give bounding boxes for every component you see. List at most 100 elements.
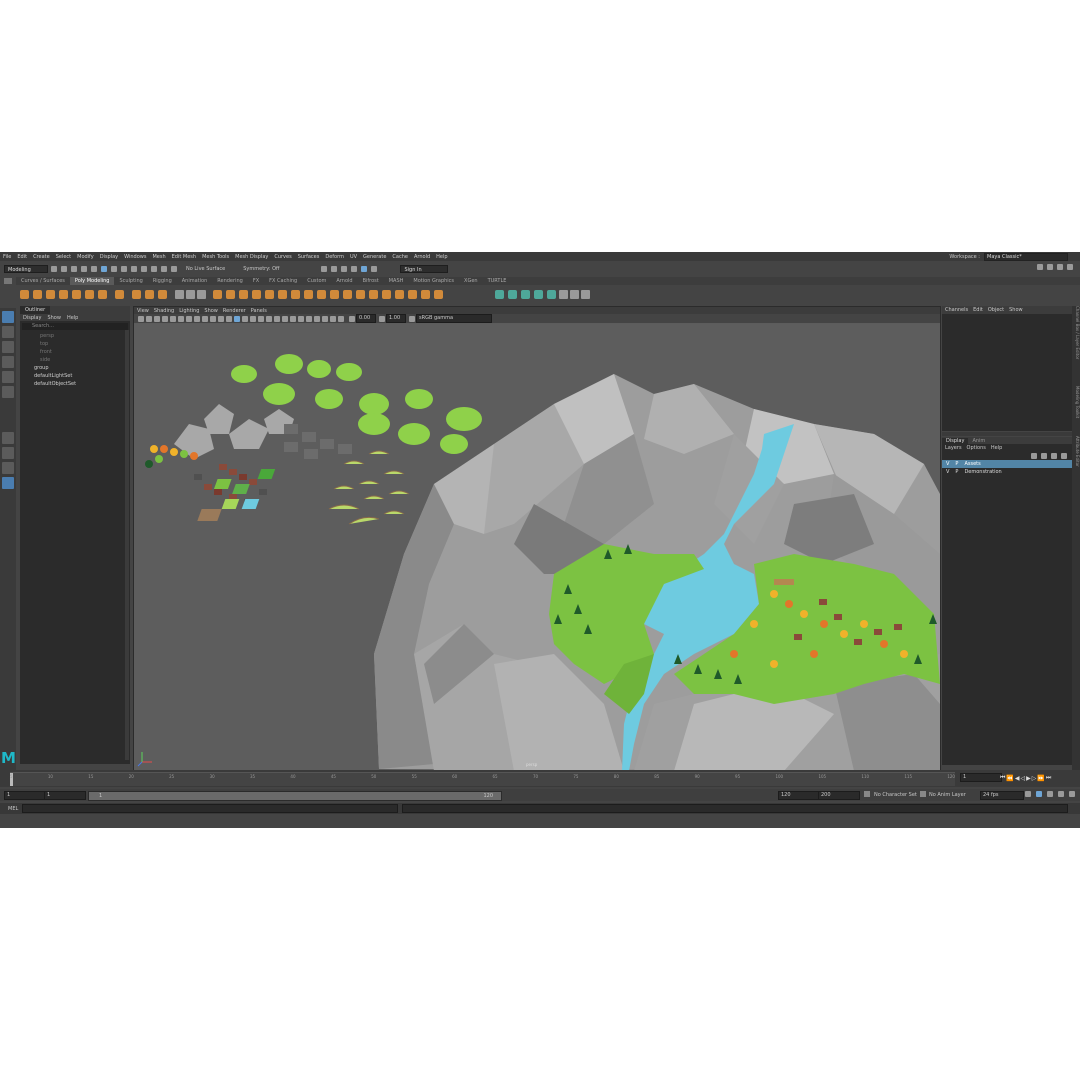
mirror-icon[interactable] (226, 289, 235, 299)
select-hierarchy-icon[interactable] (101, 266, 107, 272)
bookmark-icon[interactable] (162, 315, 168, 322)
layer-menu-options[interactable]: Options (967, 445, 986, 451)
outliner-item[interactable]: defaultLightSet (20, 372, 130, 380)
snap-surface-icon[interactable] (171, 266, 177, 272)
menu-windows[interactable]: Windows (124, 254, 146, 260)
shelf-tab-arnold[interactable]: Arnold (331, 277, 357, 285)
color-management-icon[interactable] (409, 315, 415, 322)
menu-file[interactable]: File (3, 254, 11, 260)
super-shape-icon[interactable] (132, 289, 141, 299)
shelf-tab-rigging[interactable]: Rigging (148, 277, 177, 285)
play-backwards-icon[interactable]: ◁ (1021, 775, 1026, 782)
motion-blur-icon[interactable] (290, 315, 296, 322)
outliner-tab[interactable]: Outliner (20, 306, 51, 314)
sign-in-button[interactable]: Sign In (400, 265, 449, 273)
layer-v-toggle[interactable]: V (946, 460, 949, 468)
shelf-tab-curves-surfaces[interactable]: Curves / Surfaces (16, 277, 70, 285)
sew-uv-icon[interactable] (581, 289, 590, 299)
viewport-scene[interactable]: persp (134, 324, 940, 771)
render-icon[interactable] (321, 266, 328, 272)
text-icon[interactable] (145, 289, 154, 299)
outliner-menu-display[interactable]: Display (23, 315, 41, 321)
display-layer-tab[interactable]: Display (942, 437, 969, 444)
select-component-icon[interactable] (121, 266, 127, 272)
scene-start-field[interactable]: 1 (4, 791, 46, 800)
time-slider[interactable]: 5 10 15 20 25 30 35 40 45 50 55 60 65 70 75 80 85 90 95 100… (0, 770, 1080, 787)
channel-menu-edit[interactable]: Edit (973, 307, 983, 313)
arnold-render-icon[interactable] (371, 266, 378, 272)
channel-layer-divider[interactable] (942, 432, 1072, 436)
snap-point-icon[interactable] (151, 266, 157, 272)
quad-draw-icon[interactable] (369, 289, 378, 299)
exposure-field[interactable]: 0.00 (356, 314, 376, 323)
step-forward-frame-icon[interactable]: ▷ (1032, 775, 1037, 782)
shelf-tab-mash[interactable]: MASH (384, 277, 409, 285)
attribute-editor-icon[interactable] (1047, 264, 1053, 270)
depth-of-field-icon[interactable] (306, 315, 312, 322)
select-object-icon[interactable] (111, 266, 117, 272)
snap-view-icon[interactable] (161, 266, 167, 272)
poly-torus-icon[interactable] (72, 289, 81, 299)
outliner-item[interactable]: side (20, 356, 130, 364)
modeling-toolkit-side-tab[interactable]: Modeling Toolkit (1072, 386, 1080, 436)
view-transform-dropdown[interactable]: sRGB gamma (416, 314, 492, 323)
select-tool-icon[interactable] (2, 311, 14, 323)
viewport-menu-show[interactable]: Show (204, 308, 218, 314)
modeling-toolkit-icon[interactable] (1037, 264, 1043, 270)
open-scene-icon[interactable] (61, 266, 67, 272)
extrude-icon[interactable] (239, 289, 248, 299)
shelf-tab-custom[interactable]: Custom (302, 277, 331, 285)
mode-dropdown[interactable]: Modeling (4, 265, 48, 273)
poly-plane-icon[interactable] (85, 289, 94, 299)
channel-box-icon[interactable] (1067, 264, 1073, 270)
quadrangulate-icon[interactable] (408, 289, 417, 299)
wireframe-icon[interactable] (234, 315, 240, 322)
poly-cylinder-icon[interactable] (46, 289, 55, 299)
step-back-key-icon[interactable]: ⏪ (1006, 775, 1013, 782)
scale-tool-icon[interactable] (2, 386, 14, 398)
merge-icon[interactable] (343, 289, 352, 299)
insert-edge-loop-icon[interactable] (317, 289, 326, 299)
combine-icon[interactable] (175, 289, 184, 299)
menu-mesh-display[interactable]: Mesh Display (235, 254, 268, 260)
auto-key-icon[interactable] (1036, 791, 1042, 797)
platonic-solid-icon[interactable] (115, 289, 124, 299)
layer-menu-layers[interactable]: Layers (945, 445, 962, 451)
move-layer-down-icon[interactable] (1041, 453, 1047, 459)
channel-menu-channels[interactable]: Channels (945, 307, 968, 313)
gamma-field[interactable]: 1.00 (386, 314, 406, 323)
viewport-menu-panels[interactable]: Panels (251, 308, 267, 314)
safe-title-icon[interactable] (226, 315, 232, 322)
bevel-icon[interactable] (265, 289, 274, 299)
circularize-icon[interactable] (434, 289, 443, 299)
character-set-dropdown[interactable]: No Character Set (874, 792, 917, 798)
playback-end-field[interactable]: 120 (778, 791, 820, 800)
render-view-icon[interactable] (361, 266, 368, 272)
channel-menu-show[interactable]: Show (1009, 307, 1023, 313)
shelf-menu-icon[interactable] (4, 278, 12, 284)
menu-deform[interactable]: Deform (325, 254, 344, 260)
outliner-menu-help[interactable]: Help (67, 315, 78, 321)
shelf-tab-xgen[interactable]: XGen (459, 277, 483, 285)
multi-cut-icon[interactable] (304, 289, 313, 299)
undo-icon[interactable] (81, 266, 87, 272)
current-frame-field[interactable]: 1 (960, 773, 1002, 782)
workspace-dropdown[interactable]: Maya Classic* (984, 253, 1068, 261)
move-layer-up-icon[interactable] (1031, 453, 1037, 459)
range-slider[interactable]: 1 120 (88, 791, 502, 801)
smooth-shade-icon[interactable] (242, 315, 248, 322)
fps-dropdown[interactable]: 24 fps (980, 791, 1024, 800)
save-scene-icon[interactable] (71, 266, 77, 272)
shelf-tab-poly-modeling[interactable]: Poly Modeling (69, 277, 115, 285)
new-scene-icon[interactable] (51, 266, 57, 272)
go-to-end-icon[interactable]: ⏭ (1046, 774, 1051, 782)
planar-uv-icon[interactable] (495, 289, 504, 299)
uv-editor-icon[interactable] (547, 289, 556, 299)
tool-settings-icon[interactable] (1057, 264, 1063, 270)
svg-icon[interactable] (158, 289, 167, 299)
viewport-menu-view[interactable]: View (137, 308, 149, 314)
lock-camera-icon[interactable] (146, 315, 152, 322)
shelf-tab-turtle[interactable]: TURTLE (483, 277, 512, 285)
playback-start-field[interactable]: 1 (44, 791, 86, 800)
anti-aliasing-icon[interactable] (298, 315, 304, 322)
